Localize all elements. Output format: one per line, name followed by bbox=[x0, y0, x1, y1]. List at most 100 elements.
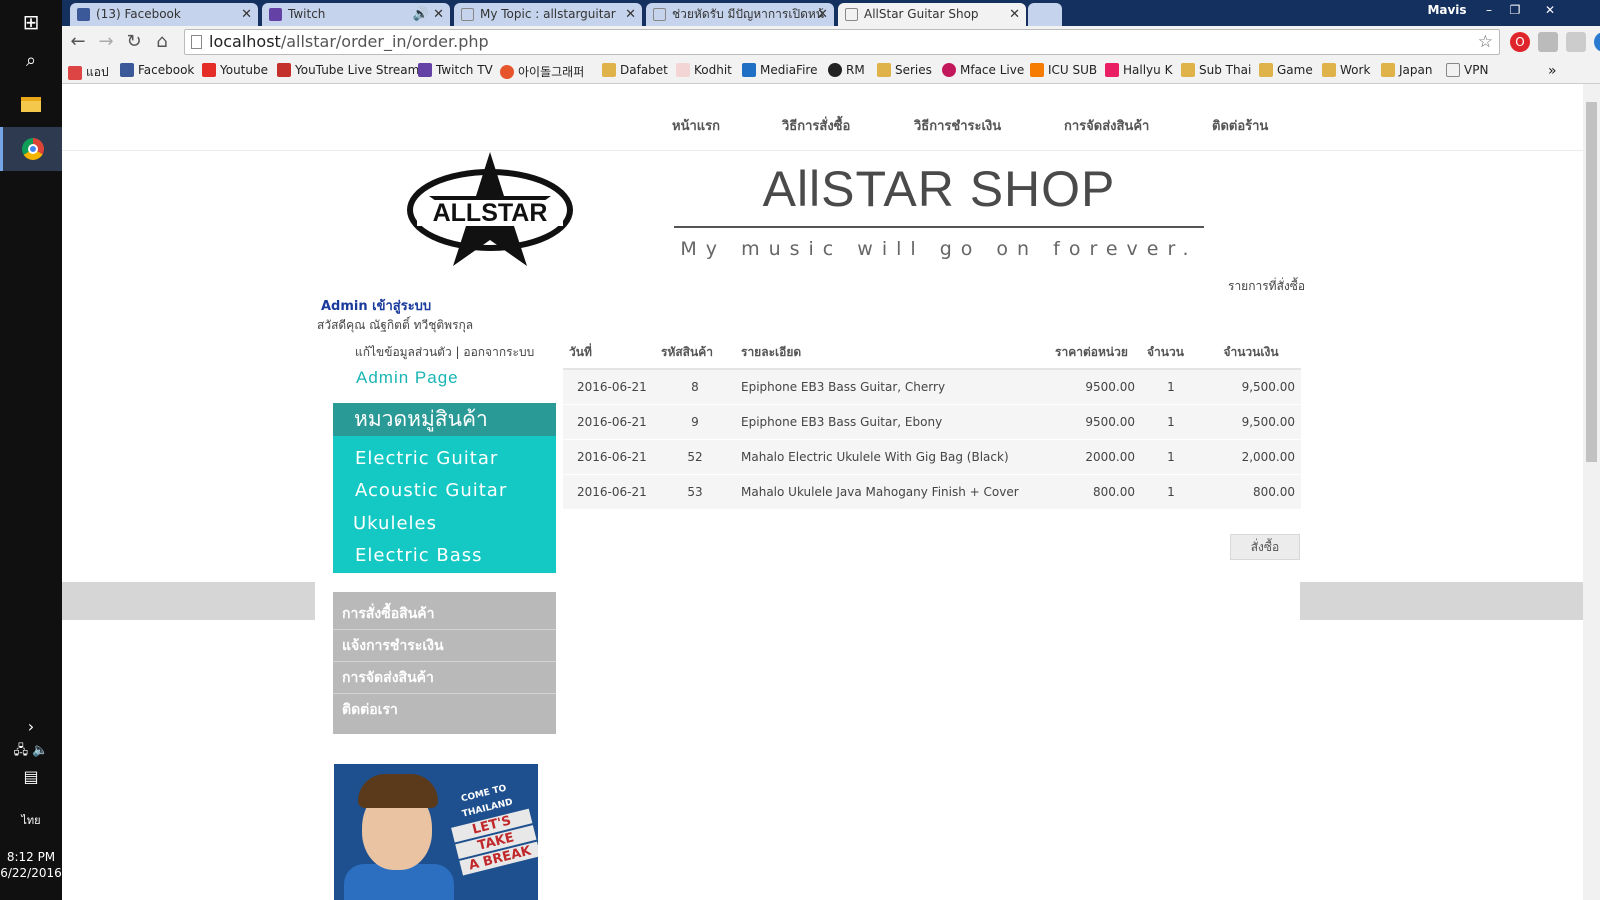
info-menu: การสั่งซื้อสินค้า แจ้งการชำระเงิน การจัด… bbox=[333, 592, 556, 734]
bookmark-hallyu[interactable]: Hallyu K bbox=[1105, 63, 1172, 77]
close-icon[interactable]: ✕ bbox=[241, 3, 252, 26]
admin-page-link[interactable]: Admin Page bbox=[356, 368, 459, 388]
bookmark-mface[interactable]: Mface Live bbox=[942, 63, 1024, 77]
category-electric-guitar[interactable]: Electric Guitar bbox=[355, 448, 498, 469]
bookmark-kodhit[interactable]: Kodhit bbox=[676, 63, 732, 77]
star-icon[interactable]: ☆ bbox=[1478, 30, 1493, 54]
nav-how-to-order[interactable]: วิธีการสั่งซื้อ bbox=[782, 115, 850, 136]
header-detail: รายละเอียด bbox=[735, 337, 1050, 370]
extension-icon[interactable] bbox=[1538, 32, 1558, 52]
category-header: หมวดหมู่สินค้า bbox=[333, 403, 556, 436]
category-acoustic-guitar[interactable]: Acoustic Guitar bbox=[355, 480, 507, 501]
close-window-icon[interactable]: ✕ bbox=[1528, 0, 1572, 20]
bookmark-mediafire[interactable]: MediaFire bbox=[742, 63, 817, 77]
close-icon[interactable]: ✕ bbox=[817, 3, 828, 26]
user-greeting: สวัสดีคุณ ณัฐกิตติ์ ทวีชุติพรกุล bbox=[317, 318, 474, 332]
logo-text: ALLSTAR bbox=[433, 199, 548, 227]
url-host: localhost bbox=[209, 32, 281, 51]
chrome-taskbar-icon[interactable] bbox=[0, 127, 62, 171]
bookmark-vpn[interactable]: VPN bbox=[1446, 63, 1488, 77]
cell-product-id: 9 bbox=[655, 404, 735, 440]
back-icon[interactable]: ← bbox=[66, 30, 90, 54]
nav-shipping[interactable]: การจัดส่งสินค้า bbox=[1064, 115, 1149, 136]
cell-amount: 800.00 bbox=[1201, 474, 1301, 510]
category-ukuleles[interactable]: Ukuleles bbox=[353, 513, 437, 534]
tab-help-topic[interactable]: ช่วยหัดรับ มีปัญหาการเปิดหน้ ✕ bbox=[646, 3, 834, 26]
site-icon bbox=[1105, 63, 1119, 77]
tab-allstar[interactable]: AllStar Guitar Shop ✕ bbox=[838, 3, 1026, 27]
tab-twitch[interactable]: Twitch 🔊 ✕ bbox=[262, 3, 450, 26]
allstar-logo[interactable]: ALLSTAR bbox=[405, 148, 575, 268]
menu-ordering[interactable]: การสั่งซื้อสินค้า bbox=[333, 598, 556, 630]
bookmark-facebook[interactable]: Facebook bbox=[120, 63, 194, 77]
menu-shipping[interactable]: การจัดส่งสินค้า bbox=[333, 662, 556, 694]
home-icon[interactable]: ⌂ bbox=[150, 30, 174, 54]
bookmark-japan[interactable]: Japan bbox=[1381, 63, 1432, 77]
table-row: 2016-06-21 8 Epiphone EB3 Bass Guitar, C… bbox=[563, 369, 1301, 405]
clock-date[interactable]: 6/22/2016 bbox=[0, 866, 62, 880]
bookmarks-overflow-icon[interactable]: » bbox=[1548, 63, 1557, 79]
bookmark-icu-sub[interactable]: ICU SUB bbox=[1030, 63, 1097, 77]
page-scrollbar[interactable] bbox=[1583, 84, 1600, 900]
bookmark-series[interactable]: Series bbox=[877, 63, 932, 77]
bookmark-apps[interactable]: แอป bbox=[68, 63, 109, 82]
cell-date: 2016-06-21 bbox=[563, 369, 655, 405]
header-quantity: จำนวน bbox=[1141, 337, 1201, 370]
bookmark-youtube-live[interactable]: YouTube Live Stream bbox=[277, 63, 419, 77]
scrollbar-thumb[interactable] bbox=[1586, 102, 1597, 462]
clock-time[interactable]: 8:12 PM bbox=[0, 850, 62, 864]
profile-name[interactable]: Mavis bbox=[1420, 0, 1474, 20]
cell-unit-price: 800.00 bbox=[1049, 474, 1141, 510]
bookmark-sub-thai[interactable]: Sub Thai bbox=[1181, 63, 1251, 77]
cell-amount: 9,500.00 bbox=[1201, 404, 1301, 440]
header-product-id: รหัสสินค้า bbox=[655, 337, 735, 370]
order-button[interactable]: สั่งซื้อ bbox=[1230, 534, 1300, 560]
bookmark-youtube[interactable]: Youtube bbox=[202, 63, 268, 77]
search-icon[interactable]: ⌕ bbox=[0, 38, 62, 82]
reload-icon[interactable]: ↻ bbox=[122, 30, 146, 54]
category-electric-bass[interactable]: Electric Bass bbox=[355, 545, 483, 566]
menu-contact-us[interactable]: ติดต่อเรา bbox=[333, 694, 556, 726]
page-icon bbox=[653, 8, 666, 21]
bookmark-rm[interactable]: RM bbox=[828, 63, 865, 77]
tab-my-topic[interactable]: My Topic : allstarguitar ✕ bbox=[454, 3, 642, 26]
bookmark-idolgrapher[interactable]: 아이돌그래퍼 bbox=[500, 63, 584, 80]
chat-extension-icon[interactable] bbox=[1594, 32, 1600, 52]
bookmark-twitch[interactable]: Twitch TV bbox=[418, 63, 493, 77]
language-indicator[interactable]: ไทย bbox=[0, 811, 62, 829]
cell-date: 2016-06-21 bbox=[563, 404, 655, 440]
forward-icon[interactable]: → bbox=[94, 30, 118, 54]
minimize-icon[interactable]: – bbox=[1476, 0, 1502, 20]
close-icon[interactable]: ✕ bbox=[1009, 3, 1020, 26]
shield-icon[interactable] bbox=[1566, 32, 1586, 52]
promo-banner[interactable]: COME TO THAILAND LET'S TAKE A BREAK bbox=[334, 764, 538, 900]
tab-label: Twitch bbox=[288, 7, 326, 21]
site-icon bbox=[500, 64, 514, 79]
restore-icon[interactable]: ❐ bbox=[1502, 0, 1528, 20]
tab-facebook[interactable]: (13) Facebook ✕ bbox=[70, 3, 258, 26]
page-icon bbox=[191, 35, 202, 49]
bookmark-work[interactable]: Work bbox=[1322, 63, 1370, 77]
menu-payment-notify[interactable]: แจ้งการชำระเงิน bbox=[333, 630, 556, 662]
nav-home[interactable]: หน้าแรก bbox=[672, 115, 720, 136]
bookmark-dafabet[interactable]: Dafabet bbox=[602, 63, 668, 77]
file-explorer-icon[interactable] bbox=[0, 82, 62, 126]
nav-payment[interactable]: วิธีการชำระเงิน bbox=[914, 115, 1001, 136]
table-row: 2016-06-21 9 Epiphone EB3 Bass Guitar, E… bbox=[563, 404, 1301, 440]
close-icon[interactable]: ✕ bbox=[625, 3, 636, 26]
account-links[interactable]: แก้ไขข้อมูลส่วนตัว | ออกจากระบบ bbox=[355, 343, 534, 362]
nav-contact[interactable]: ติดต่อร้าน bbox=[1212, 115, 1268, 136]
admin-login-link[interactable]: Admin เข้าสู่ระบบ bbox=[321, 295, 431, 316]
cell-quantity: 1 bbox=[1141, 404, 1201, 440]
new-tab-button[interactable] bbox=[1028, 3, 1062, 26]
bookmark-game[interactable]: Game bbox=[1259, 63, 1313, 77]
address-bar[interactable]: localhost/allstar/order_in/order.php ☆ bbox=[184, 29, 1500, 55]
opera-icon[interactable]: O bbox=[1510, 32, 1530, 52]
folder-icon bbox=[1322, 63, 1336, 77]
close-icon[interactable]: 🔊 ✕ bbox=[413, 3, 444, 26]
site-icon bbox=[942, 63, 956, 77]
action-center-icon[interactable]: ▤ bbox=[0, 754, 62, 798]
tab-label: AllStar Guitar Shop bbox=[864, 7, 979, 21]
bookmarks-bar: แอป Facebook Youtube YouTube Live Stream… bbox=[62, 58, 1600, 84]
cell-quantity: 1 bbox=[1141, 474, 1201, 510]
